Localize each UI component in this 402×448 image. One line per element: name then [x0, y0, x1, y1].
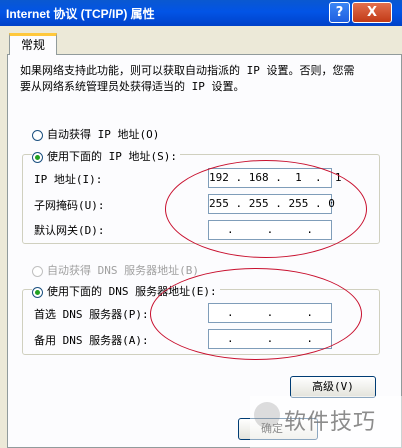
advanced-button[interactable]: 高级(V): [290, 376, 376, 398]
alternate-dns-label: 备用 DNS 服务器(A):: [34, 334, 149, 347]
close-button[interactable]: X: [352, 2, 392, 23]
ip-address-input[interactable]: 192 . 168 . 1 . 1: [208, 168, 341, 188]
radio-manual-ip-label: 使用下面的 IP 地址(S):: [47, 150, 177, 163]
radio-auto-ip[interactable]: 自动获得 IP 地址(O): [32, 126, 159, 142]
description-text: 如果网络支持此功能，则可以获取自动指派的 IP 设置。否则，您需要从网络系统管理…: [20, 64, 355, 93]
radio-auto-ip-indicator[interactable]: [32, 129, 43, 141]
radio-manual-dns[interactable]: 使用下面的 DNS 服务器地址(E):: [32, 283, 220, 299]
radio-manual-dns-label: 使用下面的 DNS 服务器地址(E):: [47, 285, 217, 298]
watermark-text: 软件技巧: [284, 410, 377, 435]
radio-auto-dns-label: 自动获得 DNS 服务器地址(B): [47, 264, 199, 277]
subnet-mask-input[interactable]: 255 . 255 . 255 . 0: [208, 194, 335, 214]
preferred-dns-input[interactable]: . . .: [208, 303, 332, 323]
radio-auto-ip-label: 自动获得 IP 地址(O): [47, 128, 160, 141]
tab-general[interactable]: 常规: [9, 33, 57, 55]
subnet-mask-label: 子网掩码(U):: [34, 199, 105, 212]
alternate-dns-input[interactable]: . . .: [208, 329, 332, 349]
preferred-dns-label: 首选 DNS 服务器(P):: [34, 308, 149, 321]
radio-manual-dns-indicator[interactable]: [32, 286, 43, 298]
watermark-logo-icon: [254, 402, 280, 428]
default-gateway-label: 默认网关(D):: [34, 224, 105, 237]
ip-address-label: IP 地址(I):: [34, 173, 103, 186]
help-button[interactable]: ?: [329, 2, 350, 23]
radio-manual-ip[interactable]: 使用下面的 IP 地址(S):: [32, 148, 180, 164]
window-title: Internet 协议 (TCP/IP) 属性: [6, 7, 155, 21]
radio-auto-dns[interactable]: 自动获得 DNS 服务器地址(B): [32, 262, 199, 278]
radio-auto-dns-indicator[interactable]: [32, 265, 43, 277]
radio-manual-ip-indicator[interactable]: [32, 151, 43, 163]
default-gateway-input[interactable]: . . .: [208, 220, 332, 240]
title-bar[interactable]: Internet 协议 (TCP/IP) 属性 ? X: [0, 0, 402, 26]
